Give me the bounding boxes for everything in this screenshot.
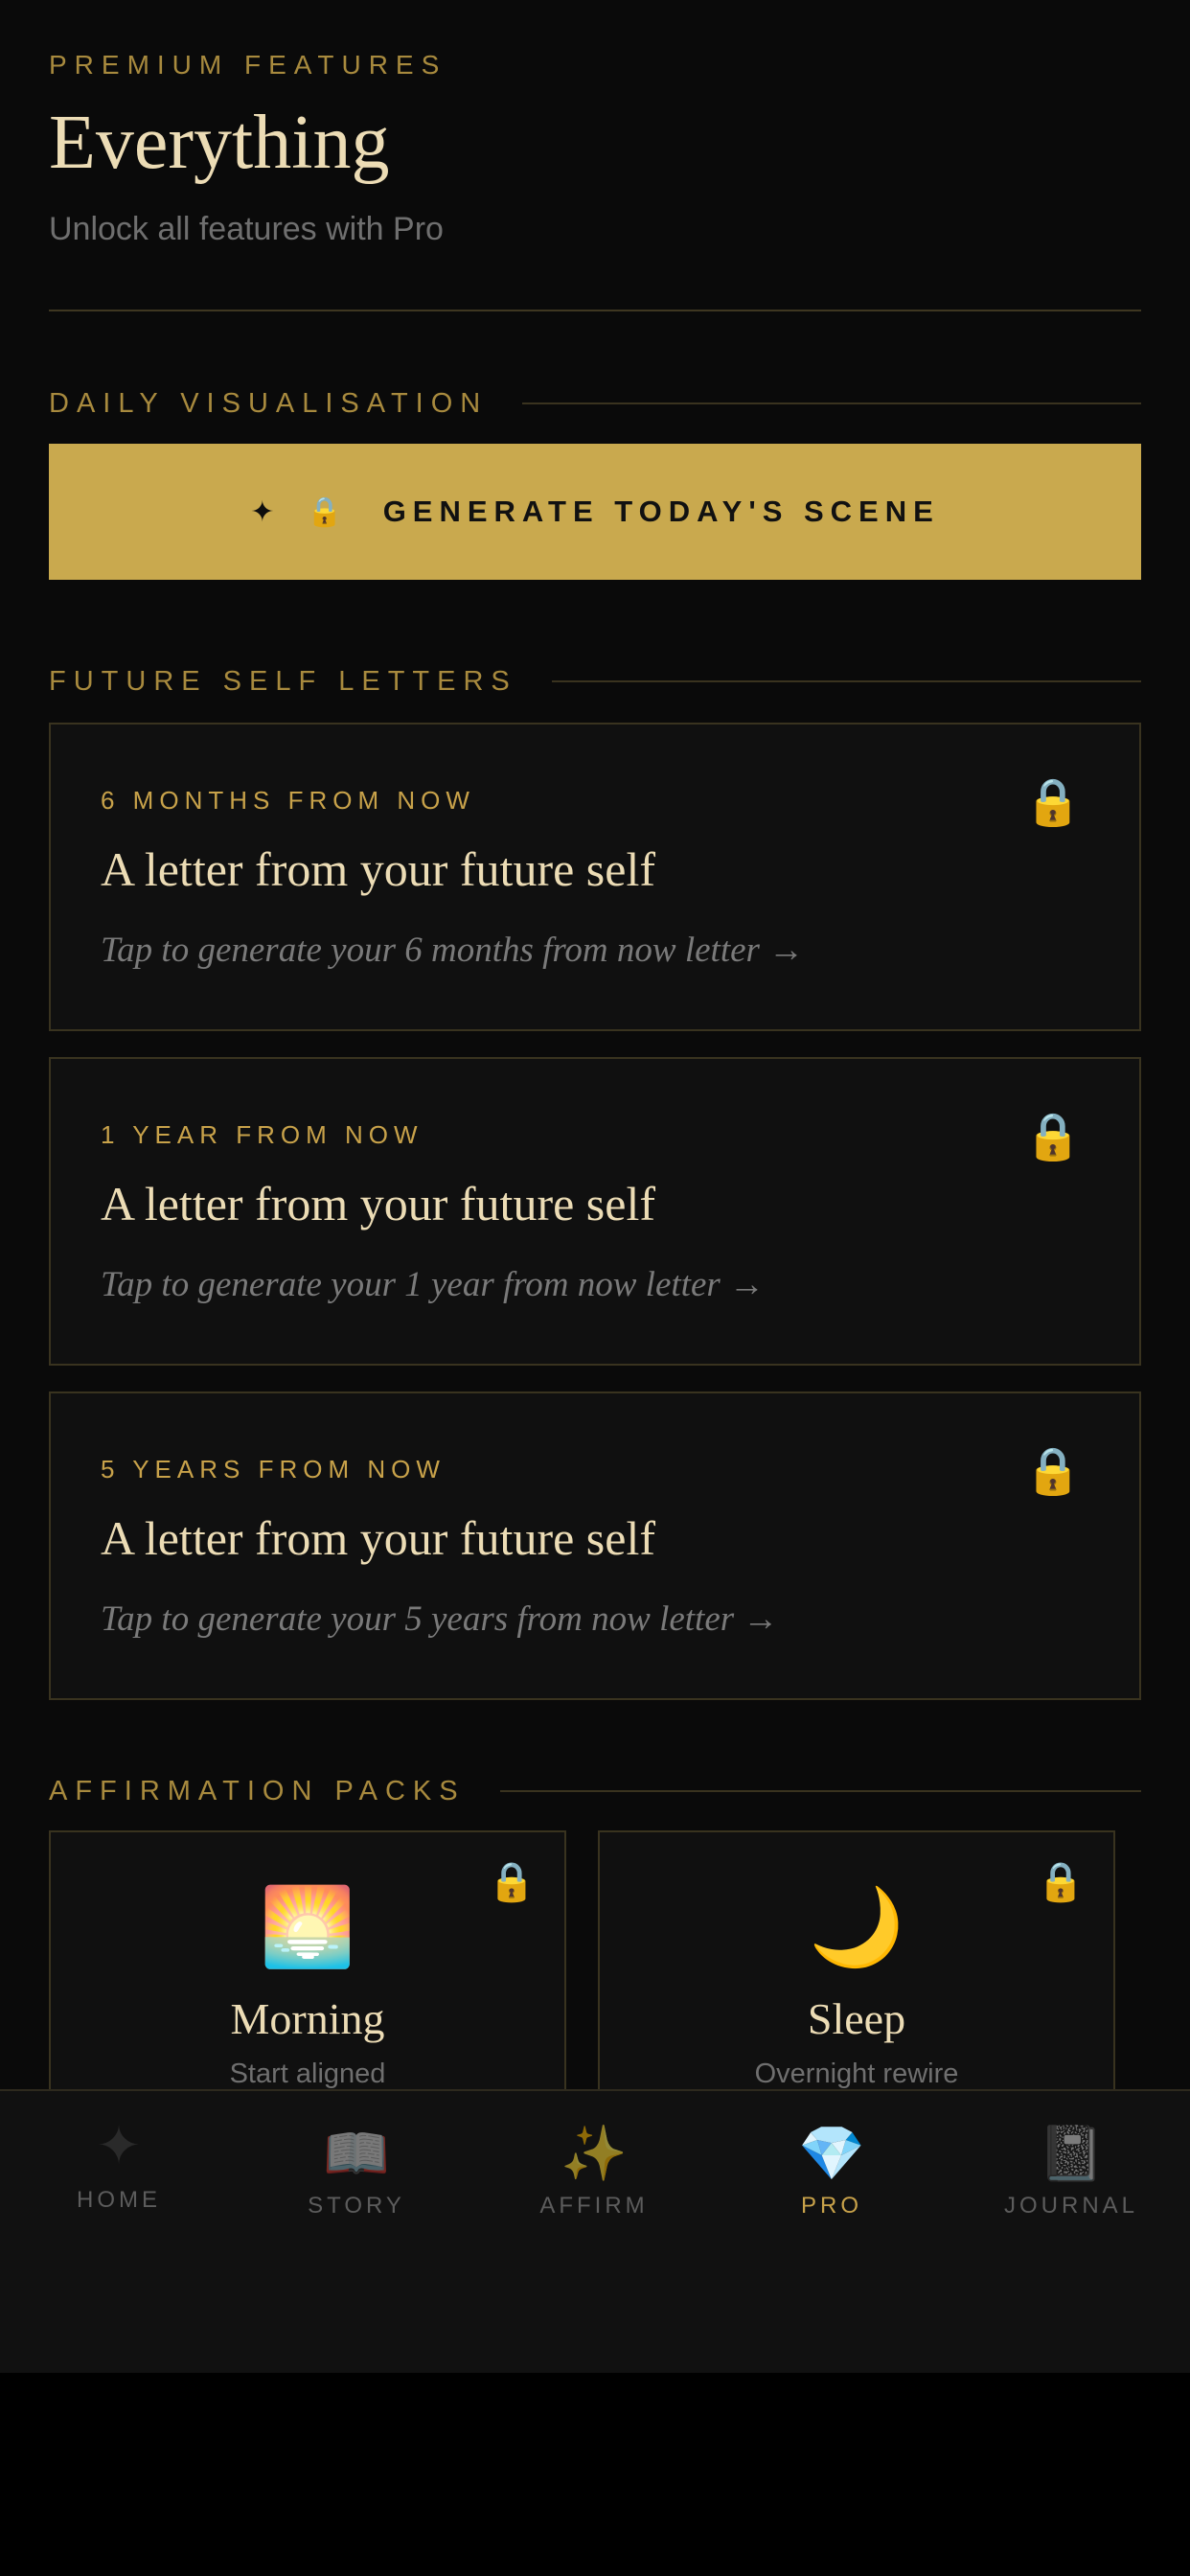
pack-name: Sleep bbox=[807, 1994, 906, 2043]
section-divider bbox=[551, 680, 1141, 682]
lock-icon: 🔒 bbox=[1024, 777, 1082, 828]
sparkles-icon: ✨ bbox=[561, 2123, 628, 2183]
bottom-tab-bar: ✦ HOME 📖 STORY ✨ AFFIRM 💎 PRO 📓 JOURNAL bbox=[0, 2089, 1190, 2373]
section-future-self-letters: FUTURE SELF LETTERS bbox=[49, 662, 1141, 701]
gem-icon: 💎 bbox=[798, 2123, 865, 2183]
generate-scene-label: GENERATE TODAY'S SCENE bbox=[382, 494, 940, 528]
pack-description: Start aligned bbox=[229, 2058, 386, 2089]
pack-card-morning[interactable]: 🔒 🌅 Morning Start aligned bbox=[49, 1830, 566, 2122]
pack-card-sleep[interactable]: 🔒 🌙 Sleep Overnight rewire bbox=[598, 1830, 1115, 2122]
tab-journal[interactable]: 📓 JOURNAL bbox=[952, 2091, 1190, 2254]
letter-title: A letter from your future self bbox=[101, 1177, 655, 1230]
section-daily-visualisation: DAILY VISUALISATION bbox=[49, 384, 1141, 423]
tab-label: AFFIRM bbox=[539, 2193, 649, 2219]
lock-icon: 🔒 bbox=[1024, 1112, 1082, 1162]
sparkle-icon: ✦ bbox=[250, 495, 275, 528]
letter-card-5-years[interactable]: 5 YEARS FROM NOW 🔒 A letter from your fu… bbox=[49, 1392, 1141, 1700]
letter-cta: Tap to generate your 5 years from now le… bbox=[101, 1599, 779, 1639]
pack-name: Morning bbox=[230, 1994, 385, 2043]
letter-kicker: 6 MONTHS FROM NOW bbox=[101, 786, 475, 815]
letter-cta: Tap to generate your 6 months from now l… bbox=[101, 931, 805, 970]
pack-description: Overnight rewire bbox=[754, 2058, 959, 2089]
section-label: AFFIRMATION PACKS bbox=[49, 1775, 466, 1806]
tab-affirm[interactable]: ✨ AFFIRM bbox=[475, 2091, 713, 2254]
letter-card-1-year[interactable]: 1 YEAR FROM NOW 🔒 A letter from your fut… bbox=[49, 1057, 1141, 1366]
section-label: FUTURE SELF LETTERS bbox=[49, 665, 517, 697]
page-title: Everything bbox=[49, 101, 390, 185]
book-icon: 📖 bbox=[323, 2123, 390, 2183]
sunrise-icon: 🌅 bbox=[260, 1884, 355, 1969]
notebook-icon: 📓 bbox=[1038, 2123, 1105, 2183]
section-label: DAILY VISUALISATION bbox=[49, 387, 489, 419]
page-subtitle: Unlock all features with Pro bbox=[49, 211, 444, 247]
letter-cta: Tap to generate your 1 year from now let… bbox=[101, 1265, 766, 1304]
tab-label: JOURNAL bbox=[1003, 2193, 1139, 2219]
section-affirmation-packs: AFFIRMATION PACKS bbox=[49, 1772, 1141, 1810]
section-divider bbox=[522, 402, 1141, 404]
tab-home[interactable]: ✦ HOME bbox=[0, 2091, 238, 2254]
section-divider bbox=[499, 1790, 1141, 1792]
sparkle-icon: ✦ bbox=[96, 2115, 142, 2175]
eyebrow-label: PREMIUM FEATURES bbox=[49, 50, 447, 80]
letter-kicker: 5 YEARS FROM NOW bbox=[101, 1455, 446, 1484]
letter-title: A letter from your future self bbox=[101, 842, 655, 896]
tab-story[interactable]: 📖 STORY bbox=[238, 2091, 475, 2254]
header-divider bbox=[49, 310, 1141, 311]
pro-screen: PREMIUM FEATURES Everything Unlock all f… bbox=[0, 0, 1190, 2373]
tab-label: STORY bbox=[308, 2193, 405, 2219]
lock-icon: 🔒 bbox=[1024, 1446, 1082, 1497]
tab-label: HOME bbox=[77, 2187, 161, 2213]
moon-icon: 🌙 bbox=[809, 1884, 904, 1969]
lock-icon: 🔒 bbox=[307, 495, 343, 528]
letter-card-6-months[interactable]: 6 MONTHS FROM NOW 🔒 A letter from your f… bbox=[49, 723, 1141, 1031]
letter-title: A letter from your future self bbox=[101, 1511, 655, 1565]
letter-kicker: 1 YEAR FROM NOW bbox=[101, 1120, 423, 1149]
tab-label: PRO bbox=[800, 2193, 862, 2219]
tab-pro[interactable]: 💎 PRO bbox=[713, 2091, 950, 2254]
generate-scene-button[interactable]: ✦ 🔒 GENERATE TODAY'S SCENE bbox=[49, 444, 1141, 580]
